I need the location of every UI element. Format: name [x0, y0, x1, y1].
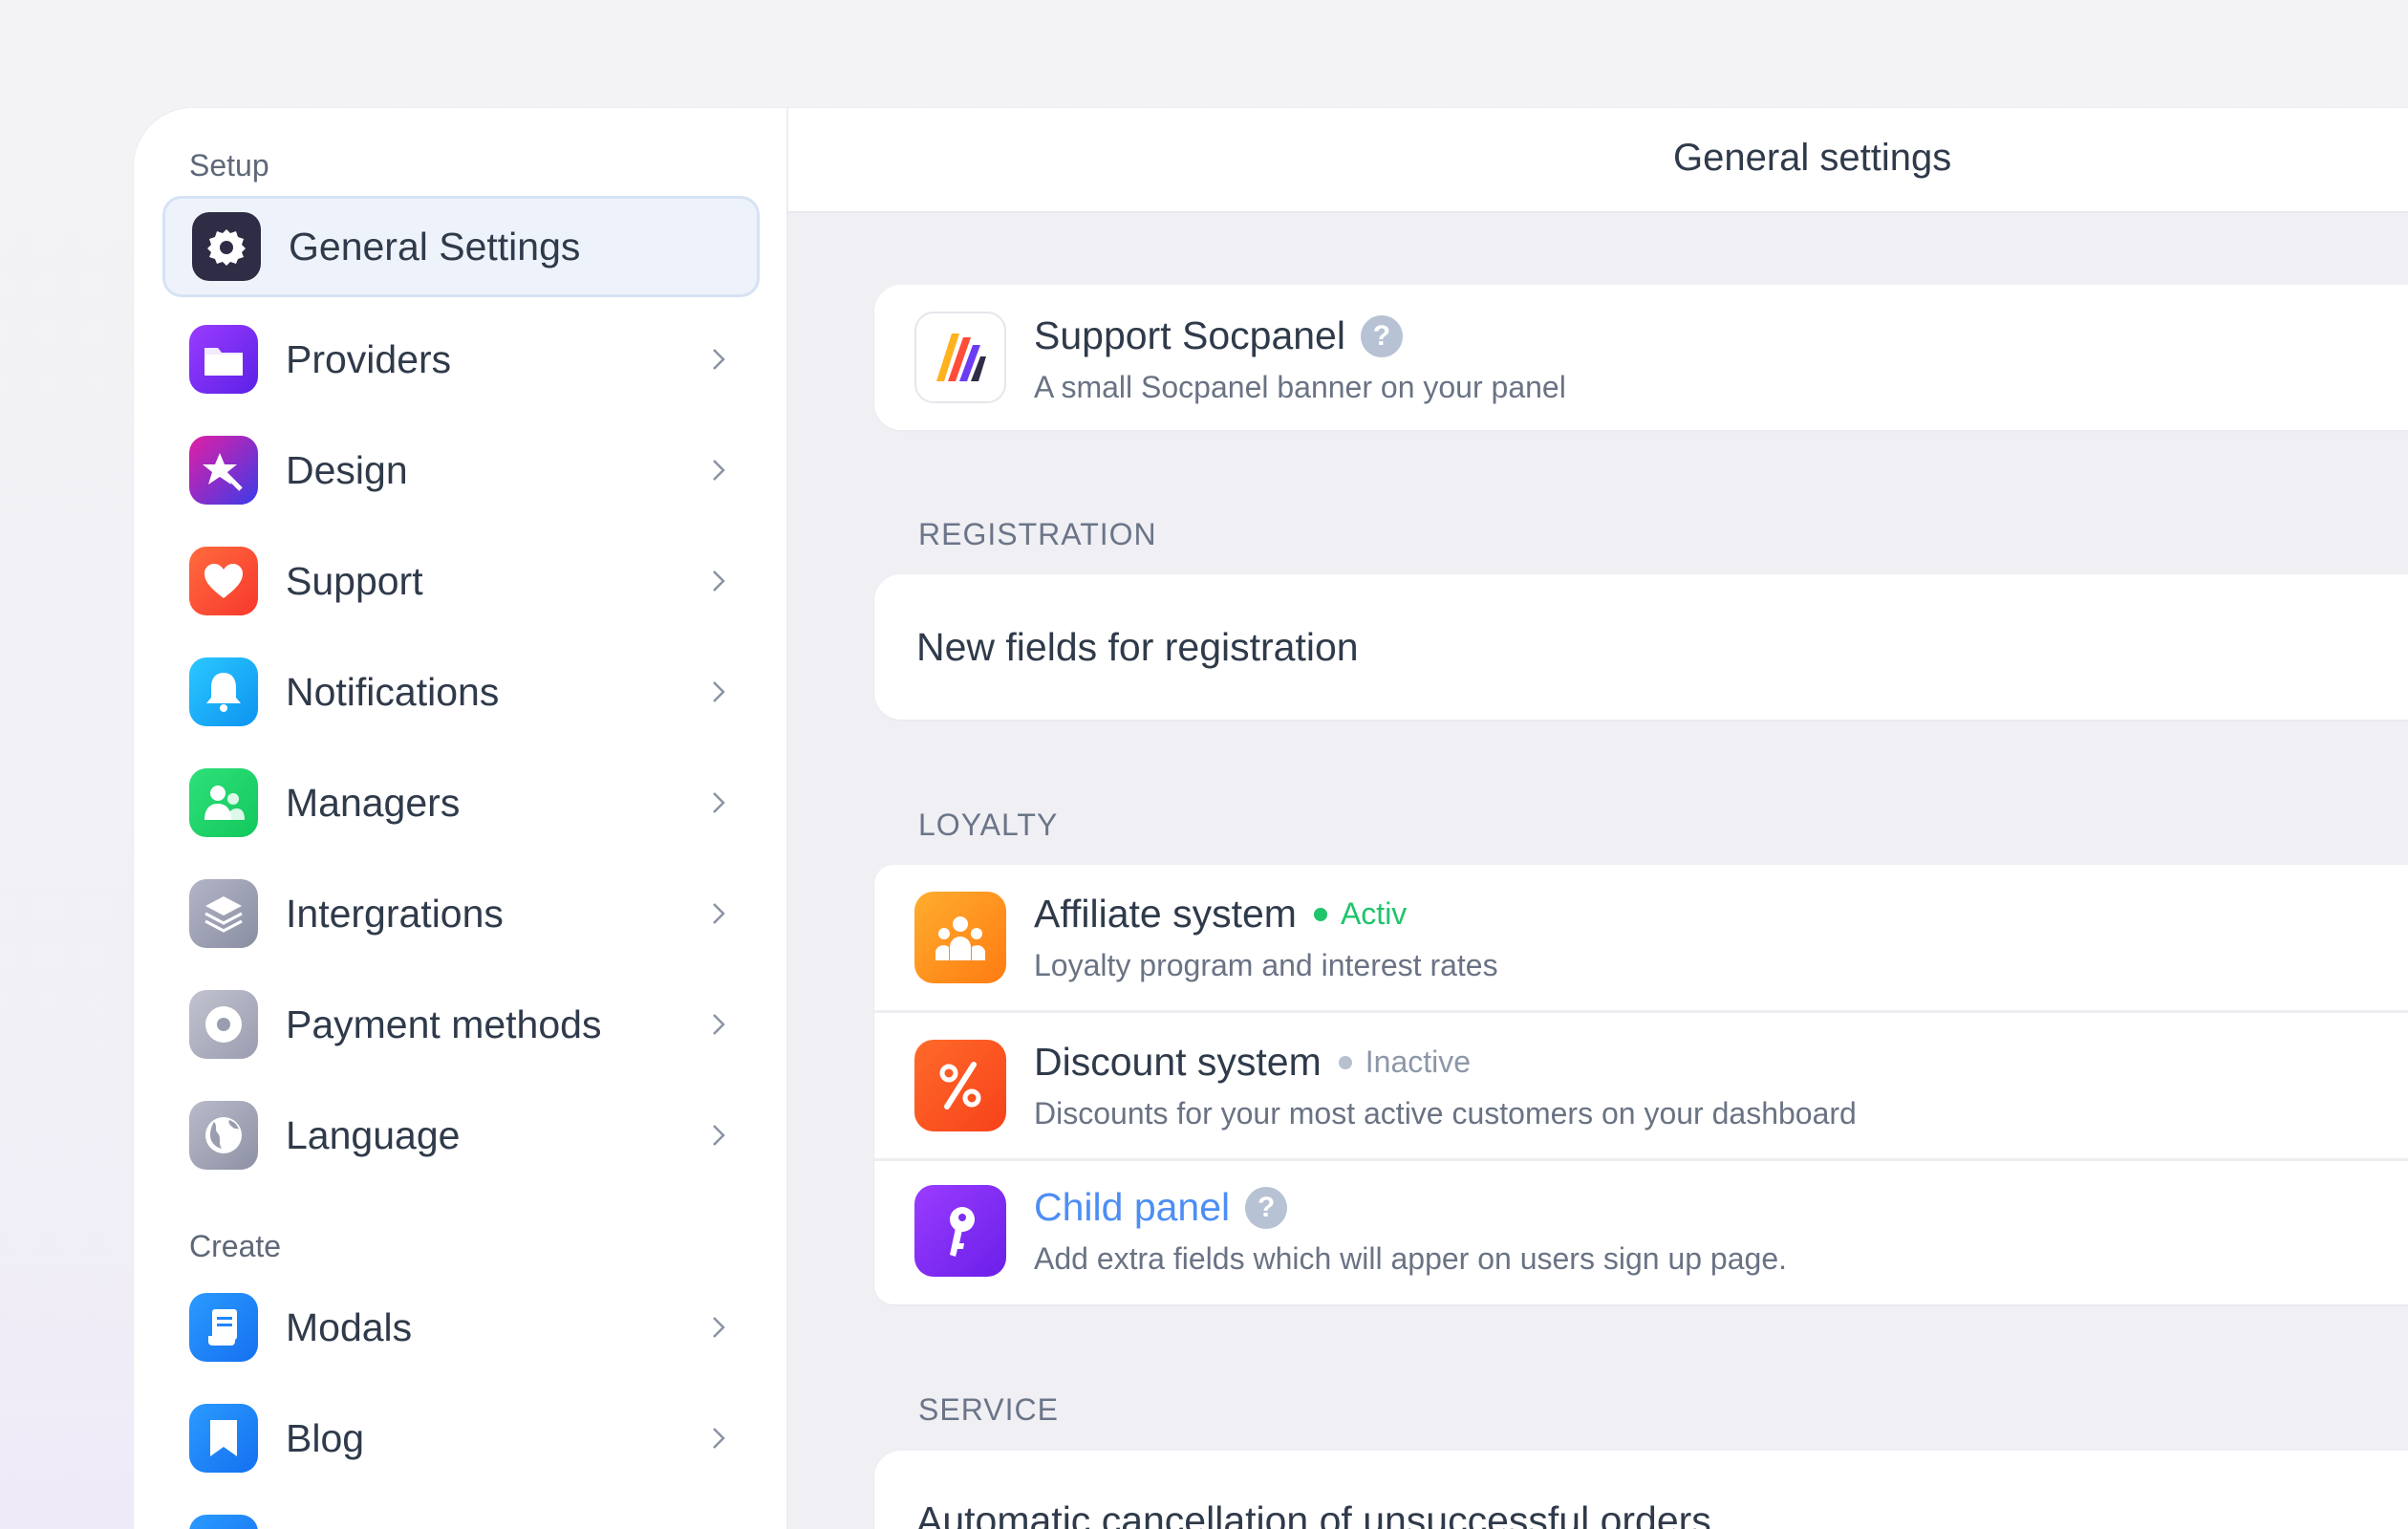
- status-text: Inactive: [1365, 1044, 1472, 1079]
- chevron-right-icon: [704, 1424, 733, 1453]
- key-icon: [914, 1185, 1006, 1277]
- sidebar-item-label: Blog: [286, 1415, 365, 1460]
- help-icon[interactable]: ?: [1360, 314, 1403, 357]
- app-window: Setup General Settings Providers Design: [134, 108, 2408, 1529]
- sidebar-item-label: Design: [286, 447, 408, 492]
- child-panel-text: Child panel ? Add extra fields which wil…: [1034, 1185, 1787, 1277]
- bell-icon: [189, 657, 258, 726]
- layers-icon: [189, 879, 258, 948]
- heart-icon: [189, 547, 258, 615]
- sidebar-item-managers[interactable]: Managers: [162, 752, 760, 853]
- chevron-right-icon: [704, 1313, 733, 1342]
- sidebar-item-partial[interactable]: [162, 1498, 760, 1529]
- loyalty-row-affiliate[interactable]: Affiliate system Activ Loyalty program a…: [874, 865, 2408, 1010]
- sidebar-item-label: Managers: [286, 780, 461, 825]
- section-heading-registration: REGISTRATION: [918, 517, 1157, 551]
- chevron-right-icon: [704, 345, 733, 374]
- sidebar-item-label: Notifications: [286, 669, 500, 714]
- status-dot: [1338, 1055, 1352, 1069]
- status-dot: [1313, 907, 1327, 921]
- sidebar-item-design[interactable]: Design: [162, 420, 760, 521]
- chevron-right-icon: [704, 788, 733, 817]
- affiliate-subtitle: Loyalty program and interest rates: [1034, 948, 1498, 982]
- page-title: General settings: [1673, 137, 1952, 179]
- sidebar-item-label: Language: [286, 1112, 461, 1157]
- loyalty-row-discount[interactable]: Discount system Inactive Discounts for y…: [874, 1013, 2408, 1158]
- coin-icon: [189, 990, 258, 1059]
- discount-text: Discount system Inactive Discounts for y…: [1034, 1040, 1857, 1131]
- sidebar-item-modals[interactable]: Modals: [162, 1277, 760, 1378]
- support-socpanel-title: Support Socpanel: [1034, 313, 1345, 357]
- loyalty-row-child-panel[interactable]: Child panel ? Add extra fields which wil…: [874, 1160, 2408, 1305]
- folder-icon: [189, 325, 258, 394]
- sidebar-item-label: Intergrations: [286, 891, 504, 936]
- app-icon: [189, 1515, 258, 1529]
- section-heading-loyalty: LOYALTY: [918, 808, 1059, 842]
- page-header: General settings: [788, 108, 2408, 213]
- sidebar: Setup General Settings Providers Design: [134, 108, 788, 1529]
- socpanel-logo-icon: [914, 312, 1006, 403]
- discount-title: Discount system: [1034, 1040, 1322, 1084]
- sidebar-item-label: Support: [286, 558, 423, 603]
- sidebar-item-general-settings[interactable]: General Settings: [162, 196, 760, 297]
- percent-icon: [914, 1040, 1006, 1131]
- magic-wand-icon: [189, 436, 258, 505]
- gear-icon: [192, 212, 261, 281]
- sidebar-item-label: Payment methods: [286, 1001, 602, 1046]
- registration-row-title: New fields for registration: [916, 625, 1359, 669]
- sidebar-item-label: Modals: [286, 1304, 413, 1349]
- sidebar-item-providers[interactable]: Providers: [162, 309, 760, 410]
- affiliate-title: Affiliate system: [1034, 892, 1297, 936]
- support-socpanel-card[interactable]: Support Socpanel ? A small Socpanel bann…: [874, 285, 2408, 430]
- sidebar-item-notifications[interactable]: Notifications: [162, 641, 760, 743]
- loyalty-card: Affiliate system Activ Loyalty program a…: [874, 865, 2408, 1304]
- discount-subtitle: Discounts for your most active customers…: [1034, 1096, 1857, 1131]
- chevron-right-icon: [704, 899, 733, 928]
- sidebar-section-create: Create: [189, 1229, 282, 1263]
- status-badge: Activ: [1313, 896, 1408, 932]
- sidebar-item-support[interactable]: Support: [162, 530, 760, 632]
- status-badge: Inactive: [1338, 1044, 1472, 1080]
- support-socpanel-text: Support Socpanel ? A small Socpanel bann…: [1034, 313, 1566, 405]
- section-heading-service: SERVICE: [918, 1392, 1059, 1427]
- chevron-right-icon: [704, 678, 733, 706]
- sidebar-item-label: Providers: [286, 336, 452, 381]
- help-icon[interactable]: ?: [1245, 1186, 1288, 1229]
- service-row-title: Automatic cancellation of unsuccessful o…: [916, 1498, 1711, 1529]
- affiliate-text: Affiliate system Activ Loyalty program a…: [1034, 892, 1498, 983]
- sidebar-item-label: General Settings: [289, 224, 581, 269]
- chevron-right-icon: [704, 1121, 733, 1150]
- child-panel-title[interactable]: Child panel: [1034, 1185, 1230, 1230]
- sidebar-item-payment-methods[interactable]: Payment methods: [162, 974, 760, 1075]
- support-socpanel-subtitle: A small Socpanel banner on your panel: [1034, 370, 1566, 404]
- bookmark-icon: [189, 1404, 258, 1473]
- chevron-right-icon: [704, 1010, 733, 1039]
- child-panel-subtitle: Add extra fields which will apper on use…: [1034, 1241, 1787, 1276]
- chevron-right-icon: [704, 567, 733, 595]
- sidebar-item-integrations[interactable]: Intergrations: [162, 863, 760, 964]
- sidebar-section-setup: Setup: [189, 148, 269, 183]
- sidebar-item-language[interactable]: Language: [162, 1085, 760, 1186]
- sidebar-item-blog[interactable]: Blog: [162, 1388, 760, 1489]
- main-content: General settings Support Socpanel ? A sm…: [788, 108, 2408, 1529]
- team-icon: [914, 892, 1006, 983]
- users-icon: [189, 768, 258, 837]
- registration-card[interactable]: New fields for registration: [874, 574, 2408, 720]
- chevron-right-icon: [704, 456, 733, 485]
- globe-icon: [189, 1101, 258, 1170]
- service-card[interactable]: Automatic cancellation of unsuccessful o…: [874, 1451, 2408, 1529]
- status-text: Activ: [1340, 896, 1408, 931]
- scroll-icon: [189, 1293, 258, 1362]
